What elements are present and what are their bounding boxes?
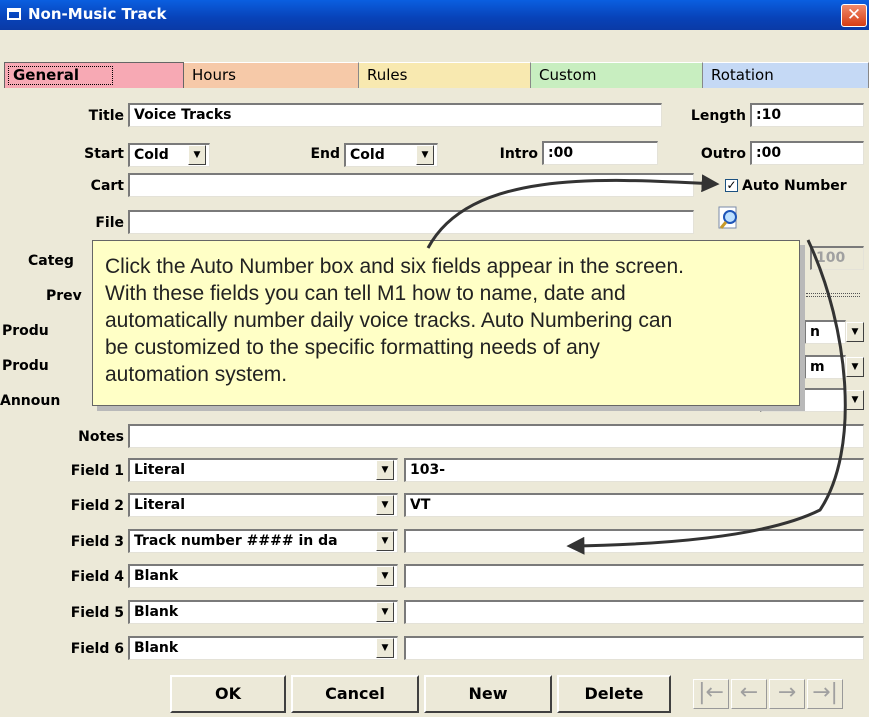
arrow-to-auto-number [426,174,720,249]
annotation-arrows [426,174,847,555]
arrow-to-field-3 [566,239,847,555]
